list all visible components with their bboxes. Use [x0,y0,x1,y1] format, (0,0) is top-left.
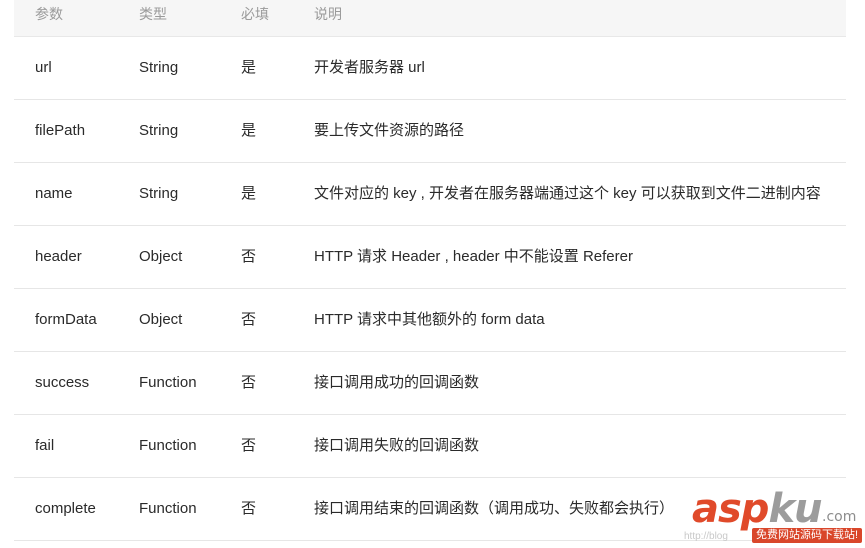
table-row: fail Function 否 接口调用失败的回调函数 [14,415,846,478]
param-required: 否 [241,248,257,265]
table-header: 参数 类型 必填 说明 [14,0,846,37]
param-name: complete [35,500,96,517]
param-required: 否 [241,437,257,454]
param-description: 接口调用成功的回调函数 [314,374,480,391]
param-type: String [139,59,179,76]
param-required: 是 [241,185,257,202]
param-description: 接口调用失败的回调函数 [314,437,480,454]
param-name: header [35,248,82,265]
param-type: String [139,185,179,202]
param-type: Object [139,248,183,265]
header-description: 说明 [314,6,342,22]
param-type: Function [139,500,197,517]
param-description: 接口调用结束的回调函数（调用成功、失败都会执行） [314,500,675,517]
param-name: fail [35,437,55,454]
param-name: filePath [35,122,86,139]
table-row: success Function 否 接口调用成功的回调函数 [14,352,846,415]
table-row: filePath String 是 要上传文件资源的路径 [14,100,846,163]
param-description: 要上传文件资源的路径 [314,122,465,139]
table-row: formData Object 否 HTTP 请求中其他额外的 form dat… [14,289,846,352]
table-row: url String 是 开发者服务器 url [14,37,846,100]
params-table: 参数 类型 必填 说明 url String 是 开发者服务器 url file… [14,0,846,541]
param-name: name [35,185,73,202]
param-type: Object [139,311,183,328]
param-name: url [35,59,52,76]
param-name: success [35,374,90,391]
header-type: 类型 [139,6,167,22]
table-row: complete Function 否 接口调用结束的回调函数（调用成功、失败都… [14,478,846,541]
param-type: Function [139,437,197,454]
header-param: 参数 [35,6,63,22]
param-required: 否 [241,311,257,328]
param-type: String [139,122,179,139]
param-description: HTTP 请求中其他额外的 form data [314,311,545,328]
header-required: 必填 [241,6,269,22]
param-description: HTTP 请求 Header , header 中不能设置 Referer [314,248,633,265]
param-description: 开发者服务器 url [314,59,425,76]
param-name: formData [35,311,97,328]
param-required: 是 [241,59,257,76]
page: 参数 类型 必填 说明 url String 是 开发者服务器 url file… [0,0,865,548]
param-description: 文件对应的 key , 开发者在服务器端通过这个 key 可以获取到文件二进制内… [314,185,821,202]
table-row: name String 是 文件对应的 key , 开发者在服务器端通过这个 k… [14,163,846,226]
param-required: 是 [241,122,257,139]
param-type: Function [139,374,197,391]
param-required: 否 [241,374,257,391]
table-row: header Object 否 HTTP 请求 Header , header … [14,226,846,289]
param-required: 否 [241,500,257,517]
